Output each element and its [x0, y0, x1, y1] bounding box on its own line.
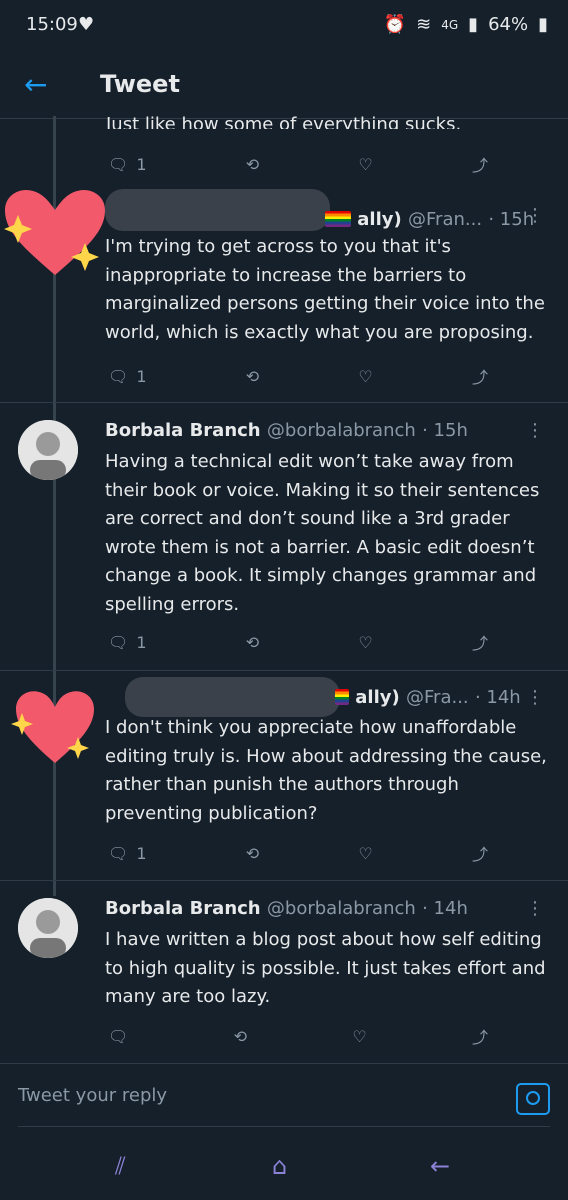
comment-icon: 🗨 — [108, 366, 129, 386]
heart-outline-icon: ♡ — [358, 154, 373, 174]
reply-input[interactable]: Tweet your reply — [18, 1085, 167, 1106]
share-button[interactable]: ⤴ — [472, 1024, 488, 1048]
network-type: 4G — [441, 17, 459, 32]
tweet-text: I have written a blog post about how sel… — [105, 929, 546, 1007]
divider — [0, 1063, 568, 1064]
heart-outline-icon: ♡ — [352, 1026, 367, 1046]
home-icon[interactable]: ⌂ — [272, 1152, 287, 1180]
back-arrow-icon[interactable]: ← — [24, 68, 47, 101]
like-button[interactable]: ♡ — [358, 844, 372, 863]
redacted-name — [125, 677, 340, 717]
heart-outline-icon: ♡ — [358, 632, 373, 652]
reply-button[interactable]: 🗨 1 — [108, 367, 147, 386]
reply-underline — [18, 1126, 550, 1127]
like-button[interactable]: ♡ — [358, 633, 372, 652]
share-icon: ⤴ — [471, 156, 488, 175]
reply-count: 1 — [136, 632, 147, 652]
reply-bar: Tweet your reply — [0, 1065, 568, 1135]
share-button[interactable]: ⤴ — [472, 364, 488, 388]
more-options-icon[interactable]: ⋮ — [526, 687, 544, 708]
back-nav-icon[interactable]: ← — [430, 1152, 450, 1180]
status-bar: 15:09 ♥ ⏰ ≋ 4G ▮ 64% ▮ — [0, 0, 568, 50]
comment-icon: 🗨 — [108, 1026, 129, 1046]
tweet-author: Borbala Branch @borbalabranch · 15h — [105, 420, 468, 441]
divider — [0, 880, 568, 881]
comment-icon: 🗨 — [108, 632, 129, 652]
reply-button[interactable]: 🗨 1 — [108, 844, 147, 863]
alarm-icon: ⏰ — [383, 14, 407, 35]
system-nav-bar: ⫽ ⌂ ← — [0, 1130, 568, 1200]
tweet-actions: 🗨 1 ⟲ ♡ ⤴ — [108, 628, 488, 656]
tweet-author: ally) @Fran... · 15h — [325, 209, 534, 230]
tweet-actions: 🗨 1 ⟲ ♡ ⤴ — [108, 362, 488, 390]
retweet-icon: ⟲ — [233, 1026, 248, 1046]
reply-button[interactable]: 🗨 1 — [108, 633, 147, 652]
retweet-button[interactable]: ⟲ — [246, 367, 259, 386]
reply-button[interactable]: 🗨 1 — [108, 155, 147, 174]
tweet-text: I'm trying to get across to you that it'… — [105, 236, 545, 343]
tweet-author: ally) @Fra... · 14h — [335, 687, 521, 708]
tweet-actions: 🗨 1 ⟲ ♡ ⤴ — [108, 839, 488, 867]
share-icon: ⤴ — [471, 368, 488, 387]
sparkling-heart-icon — [11, 691, 94, 763]
like-button[interactable]: ♡ — [358, 367, 372, 386]
reply-count: 1 — [136, 154, 147, 174]
clipped-tweet-text: Just like how some of everything sucks. — [106, 114, 462, 135]
battery-icon: ▮ — [538, 14, 548, 35]
share-button[interactable]: ⤴ — [472, 152, 488, 176]
retweet-icon: ⟲ — [245, 154, 260, 174]
heart-outline-icon: ♡ — [358, 843, 373, 863]
reply-count: 1 — [136, 843, 147, 863]
share-icon: ⤴ — [471, 845, 488, 864]
status-time: 15:09 — [26, 14, 78, 35]
status-right: ⏰ ≋ 4G ▮ 64% ▮ — [384, 14, 548, 35]
more-options-icon[interactable]: ⋮ — [526, 205, 544, 226]
retweet-button[interactable]: ⟲ — [234, 1027, 247, 1046]
page-title: Tweet — [100, 70, 180, 98]
rainbow-flag-icon — [325, 211, 351, 227]
retweet-icon: ⟲ — [245, 843, 260, 863]
heart-outline-icon: ♡ — [358, 366, 373, 386]
retweet-icon: ⟲ — [245, 366, 260, 386]
reply-count: 1 — [136, 366, 147, 386]
rainbow-flag-icon — [335, 689, 349, 705]
redacted-name — [105, 189, 330, 231]
comment-icon: 🗨 — [108, 154, 129, 174]
reply-button[interactable]: 🗨 — [108, 1027, 128, 1046]
camera-icon[interactable] — [516, 1083, 550, 1115]
sparkling-heart-icon — [4, 189, 105, 275]
wifi-icon: ≋ — [416, 14, 432, 35]
heart-status-icon: ♥ — [78, 14, 95, 35]
battery-percent: 64% — [488, 14, 529, 35]
share-button[interactable]: ⤴ — [472, 630, 488, 654]
share-button[interactable]: ⤴ — [472, 841, 488, 865]
tweet-author: Borbala Branch @borbalabranch · 14h — [105, 898, 468, 919]
like-button[interactable]: ♡ — [352, 1027, 366, 1046]
divider — [0, 670, 568, 671]
tweet-text: I don't think you appreciate how unaffor… — [105, 717, 547, 824]
user-avatar-icon — [18, 420, 78, 480]
user-avatar-icon — [18, 898, 78, 958]
comment-icon: 🗨 — [108, 843, 129, 863]
recent-apps-icon[interactable]: ⫽ — [115, 1152, 126, 1180]
avatar[interactable] — [18, 898, 78, 958]
top-tweet-actions: 🗨 1 ⟲ ♡ ⤴ — [108, 150, 488, 178]
app-bar: ← Tweet — [0, 52, 568, 119]
avatar[interactable] — [18, 420, 78, 480]
tweet-actions: 🗨 ⟲ ♡ ⤴ — [108, 1022, 488, 1050]
more-options-icon[interactable]: ⋮ — [526, 898, 544, 919]
retweet-button[interactable]: ⟲ — [246, 633, 259, 652]
retweet-icon: ⟲ — [245, 632, 260, 652]
like-button[interactable]: ♡ — [358, 155, 372, 174]
signal-icon: ▮ — [468, 14, 479, 35]
retweet-button[interactable]: ⟲ — [246, 844, 259, 863]
share-icon: ⤴ — [471, 634, 488, 653]
divider — [0, 402, 568, 403]
share-icon: ⤴ — [471, 1028, 488, 1047]
more-options-icon[interactable]: ⋮ — [526, 420, 544, 441]
tweet-text: Having a technical edit won’t take away … — [105, 451, 540, 615]
retweet-button[interactable]: ⟲ — [246, 155, 259, 174]
